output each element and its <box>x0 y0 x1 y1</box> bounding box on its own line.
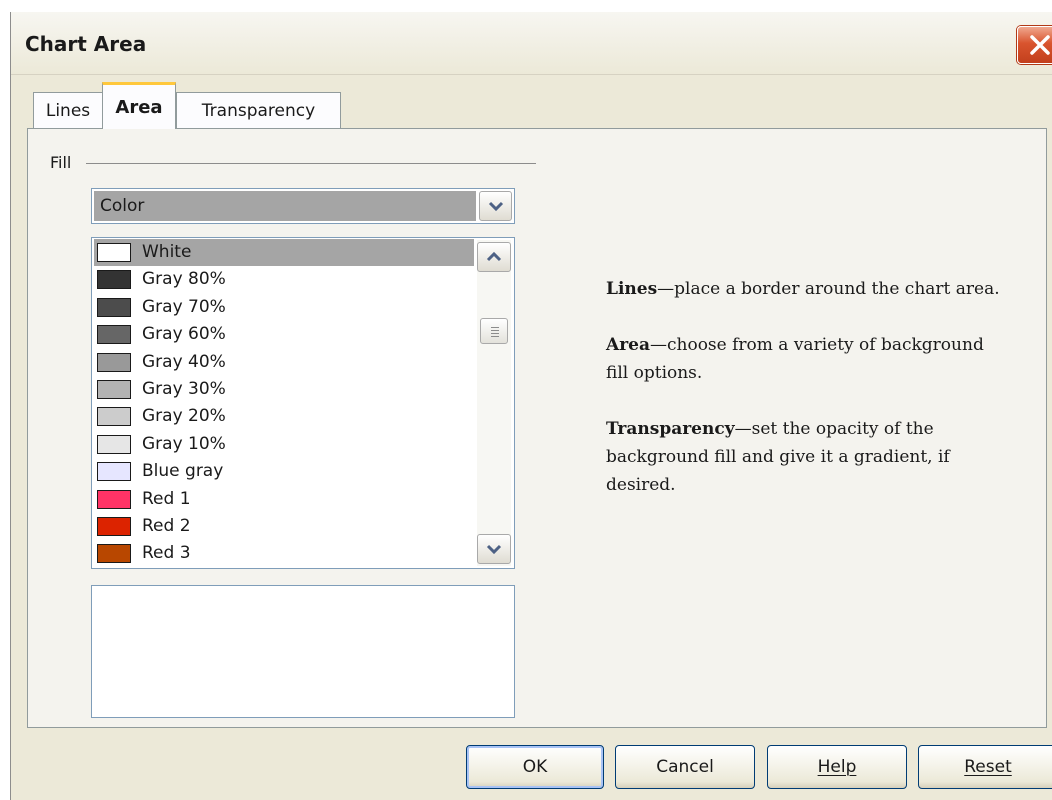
color-swatch <box>97 462 131 482</box>
fill-type-value: Color <box>94 191 476 221</box>
color-list-item[interactable]: Red 3 <box>94 540 474 567</box>
fill-type-dropdown-button[interactable] <box>479 191 512 221</box>
color-swatch <box>97 407 131 427</box>
reset-button-label: Reset <box>964 757 1012 777</box>
color-swatch <box>97 434 131 454</box>
color-name: Gray 80% <box>142 269 226 290</box>
color-name: Gray 10% <box>142 433 226 454</box>
color-name: Red 2 <box>142 515 191 536</box>
color-name: Gray 20% <box>142 406 226 427</box>
ok-button[interactable]: OK <box>466 745 604 789</box>
tab-transparency[interactable]: Transparency <box>176 92 341 128</box>
color-name: Gray 30% <box>142 378 226 399</box>
fill-group-divider <box>86 163 536 164</box>
color-swatch <box>97 489 131 509</box>
scroll-down-button[interactable] <box>477 534 511 564</box>
scroll-thumb-grip <box>491 327 499 328</box>
fill-group-label: Fill <box>50 153 72 172</box>
close-button[interactable] <box>1017 26 1052 64</box>
area-tab-page: Fill Color White Gray 80% Gray 70% Gray 60%… <box>27 128 1047 728</box>
tab-area[interactable]: Area <box>102 82 176 129</box>
scroll-thumb[interactable] <box>480 318 508 344</box>
color-list-item[interactable]: Gray 20% <box>94 403 474 430</box>
reset-button[interactable]: Reset <box>918 745 1052 789</box>
help-transparency: Transparency—set the opacity of the back… <box>606 415 1006 499</box>
close-icon <box>1030 35 1050 55</box>
color-name: Gray 40% <box>142 351 226 372</box>
chart-area-dialog: Chart Area Lines Area Transparency Fill … <box>10 12 1052 800</box>
color-name: Gray 60% <box>142 324 226 345</box>
help-button[interactable]: Help <box>767 745 907 789</box>
title-bar[interactable]: Chart Area <box>11 12 1052 75</box>
chevron-down-icon <box>488 201 503 212</box>
scroll-up-button[interactable] <box>477 242 511 272</box>
color-swatch <box>97 243 131 262</box>
cancel-button[interactable]: Cancel <box>615 745 755 789</box>
help-area: Area—choose from a variety of background… <box>606 331 1006 387</box>
color-list[interactable]: White Gray 80% Gray 70% Gray 60% Gray 40% Gra… <box>91 237 515 569</box>
scroll-thumb-grip <box>491 333 499 334</box>
color-list-item[interactable]: Red 2 <box>94 513 474 540</box>
color-list-item[interactable]: Gray 80% <box>94 266 474 293</box>
help-lines: Lines—place a border around the chart ar… <box>606 275 1006 303</box>
help-text: Lines—place a border around the chart ar… <box>606 275 1006 527</box>
color-name: Red 1 <box>142 488 191 509</box>
color-name: Red 3 <box>142 543 191 564</box>
color-list-item[interactable]: Blue gray <box>94 458 474 485</box>
color-swatch <box>97 379 131 399</box>
help-term: Lines <box>606 279 658 299</box>
fill-type-dropdown[interactable]: Color <box>91 188 515 224</box>
scroll-thumb-grip <box>491 330 499 331</box>
color-list-scrollbar[interactable] <box>477 240 511 566</box>
chevron-up-icon <box>486 251 502 262</box>
color-swatch <box>97 352 131 372</box>
color-swatch <box>97 325 131 345</box>
color-name: Blue gray <box>142 461 224 482</box>
color-swatch <box>97 297 131 317</box>
help-term: Transparency <box>606 419 735 439</box>
color-list-item[interactable]: Gray 10% <box>94 431 474 458</box>
color-swatch <box>97 270 131 290</box>
color-list-item[interactable]: White <box>94 239 474 267</box>
scroll-thumb-grip <box>491 336 499 337</box>
color-list-item[interactable]: Gray 40% <box>94 349 474 376</box>
help-term: Area <box>606 335 650 355</box>
color-list-item[interactable]: Gray 70% <box>94 294 474 321</box>
help-description: —place a border around the chart area. <box>657 279 1000 299</box>
color-list-items: White Gray 80% Gray 70% Gray 60% Gray 40% Gra… <box>94 239 474 568</box>
color-list-item[interactable]: Red 1 <box>94 486 474 513</box>
tab-lines[interactable]: Lines <box>33 92 103 128</box>
chevron-down-icon <box>486 544 502 555</box>
color-name: Gray 70% <box>142 296 226 317</box>
color-swatch <box>97 544 131 564</box>
fill-preview <box>91 585 515 718</box>
color-list-item[interactable]: Gray 30% <box>94 376 474 403</box>
color-list-item[interactable]: Gray 60% <box>94 321 474 348</box>
color-name: White <box>142 242 192 262</box>
help-description: —choose from a variety of background fil… <box>606 335 984 383</box>
dialog-title: Chart Area <box>25 32 147 56</box>
color-swatch <box>97 516 131 536</box>
help-button-label: Help <box>817 757 857 777</box>
